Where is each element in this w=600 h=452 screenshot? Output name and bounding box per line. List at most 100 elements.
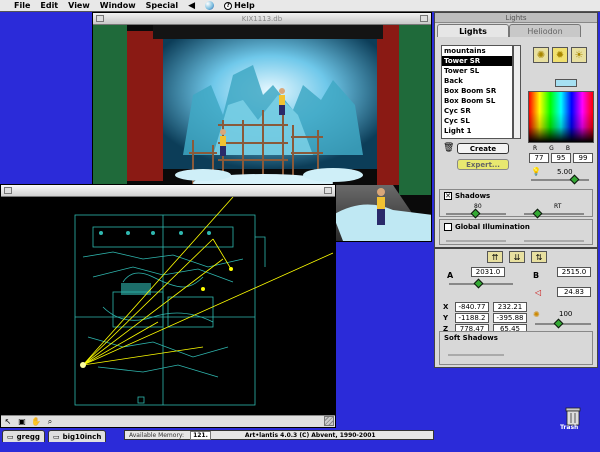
delete-light-icon[interactable]: 🗑 xyxy=(443,143,454,153)
b-field[interactable]: 2515.0 xyxy=(557,267,591,277)
menu-help-label: Help xyxy=(234,1,255,10)
source-view-icon[interactable]: ⇊ xyxy=(509,251,525,263)
tab-heliodon[interactable]: Heliodon xyxy=(509,24,581,37)
x-source-field[interactable]: -840.77 xyxy=(455,301,489,312)
a-label: A xyxy=(447,271,454,280)
a-slider[interactable] xyxy=(449,278,513,289)
plan-close-box-icon[interactable] xyxy=(4,187,12,194)
plan-toolbar: ↖ ▣ ✋ ⌕ xyxy=(1,415,335,427)
list-item[interactable]: Back xyxy=(442,76,512,86)
expert-button[interactable]: Expert... xyxy=(457,159,509,170)
menu-file[interactable]: File xyxy=(14,1,30,10)
menu-special[interactable]: Special xyxy=(146,1,179,10)
tab-lights[interactable]: Lights xyxy=(437,24,509,37)
a-field[interactable]: 2031.0 xyxy=(471,267,505,277)
color-picker[interactable] xyxy=(528,91,594,143)
folder-icon: ▭ xyxy=(7,432,14,441)
trash-icon[interactable] xyxy=(563,404,583,426)
shadow-quality-slider[interactable] xyxy=(524,208,584,219)
spot-slider[interactable] xyxy=(535,318,591,329)
list-item[interactable]: Light 1 xyxy=(442,126,512,136)
list-item[interactable]: Box Boom SL xyxy=(442,96,512,106)
blue-field[interactable]: 99 xyxy=(573,153,593,163)
y-source-field[interactable]: -1188.2 xyxy=(455,312,489,323)
gi-slider-left[interactable] xyxy=(446,240,506,242)
shadow-softness-slider[interactable] xyxy=(446,208,506,219)
x-label: X xyxy=(443,302,449,311)
intensity-slider-thumb[interactable] xyxy=(569,174,580,185)
speaker-icon[interactable]: ◀ xyxy=(188,1,195,11)
lights-palette-title[interactable]: Lights xyxy=(435,13,597,23)
zoom-box-icon[interactable] xyxy=(420,15,428,22)
status-bar: Available Memory: 121. Art•lantis 4.0.3 … xyxy=(124,430,434,440)
menu-window[interactable]: Window xyxy=(100,1,136,10)
spot-value: 100 xyxy=(559,310,573,318)
plan-view-canvas[interactable] xyxy=(3,196,334,415)
hand-tool-icon[interactable]: ✋ xyxy=(31,417,41,427)
target-view-icon[interactable]: ⇈ xyxy=(487,251,503,263)
list-item[interactable]: Tower SL xyxy=(442,66,512,76)
soft-shadows-section: Soft Shadows xyxy=(439,331,593,365)
shadow-quality-thumb[interactable] xyxy=(532,208,543,219)
x-target-field[interactable]: 232.21 xyxy=(493,301,527,312)
y-label: Y xyxy=(443,313,449,322)
parallel-light-icon[interactable]: ☀ xyxy=(571,47,587,63)
list-item[interactable]: mountains xyxy=(442,46,512,56)
intensity-control: 💡 5.00 xyxy=(531,167,573,176)
menu-help[interactable]: ? Help xyxy=(224,1,255,10)
green-field[interactable]: 95 xyxy=(551,153,571,163)
gi-slider-right[interactable] xyxy=(524,240,584,242)
global-illumination-checkbox[interactable] xyxy=(444,223,452,231)
shadows-header: ✕ Shadows xyxy=(444,192,490,200)
application-menu-icon[interactable] xyxy=(205,1,215,10)
pointer-tool-icon[interactable]: ↖ xyxy=(3,417,13,427)
list-item[interactable]: Box Boom SR xyxy=(442,86,512,96)
resize-handle-icon[interactable] xyxy=(324,416,334,426)
spot-slider-thumb[interactable] xyxy=(553,318,564,329)
list-item[interactable]: Cyc SL xyxy=(442,116,512,126)
soft-shadows-slider[interactable] xyxy=(448,354,504,356)
angle-field[interactable]: 24.83 xyxy=(557,287,591,297)
available-memory-label: Available Memory: xyxy=(129,431,185,439)
list-item[interactable]: Tower SR xyxy=(442,56,512,66)
menu-view[interactable]: View xyxy=(68,1,90,10)
shadows-label: Shadows xyxy=(455,192,491,200)
light-list[interactable]: mountains Tower SR Tower SL Back Box Boo… xyxy=(441,45,513,139)
light-type-selector: ✺ ✹ ☀ xyxy=(533,47,587,63)
spot-light-icon[interactable]: ✹ xyxy=(552,47,568,63)
global-illumination-header: Global Illumination xyxy=(444,223,530,231)
light-list-scrollbar[interactable] xyxy=(513,45,521,139)
omni-light-icon[interactable]: ✺ xyxy=(533,47,549,63)
help-icon: ? xyxy=(224,1,233,10)
menu-bar: File Edit View Window Special ◀ ? Help xyxy=(0,0,600,12)
shadow-softness-thumb[interactable] xyxy=(470,208,481,219)
taskbar: ▭ gregg ▭ big10inch Available Memory: 12… xyxy=(0,430,600,452)
plan-zoom-box-icon[interactable] xyxy=(324,187,332,194)
both-view-icon[interactable]: ⇅ xyxy=(531,251,547,263)
menu-edit[interactable]: Edit xyxy=(40,1,58,10)
render-window-titlebar[interactable]: KIX1113.db xyxy=(93,13,431,25)
plan-window-titlebar[interactable] xyxy=(1,185,335,197)
close-box-icon[interactable] xyxy=(96,15,104,22)
spot-cone-icon: ✺ xyxy=(533,310,540,319)
tab-big10inch[interactable]: ▭ big10inch xyxy=(48,430,107,442)
red-field[interactable]: 77 xyxy=(529,153,549,163)
list-item[interactable]: Cyc SR xyxy=(442,106,512,116)
y-target-field[interactable]: -395.88 xyxy=(493,312,527,323)
zoom-tool-icon[interactable]: ⌕ xyxy=(45,417,55,427)
green-label: G xyxy=(549,145,554,152)
tab-gregg-label: gregg xyxy=(16,432,40,441)
soft-shadows-label: Soft Shadows xyxy=(444,334,498,342)
wireframe-plan xyxy=(74,196,334,406)
a-slider-thumb[interactable] xyxy=(473,278,484,289)
angle-icon: ◁ xyxy=(535,288,542,297)
create-button[interactable]: Create xyxy=(457,143,509,154)
b-label: B xyxy=(533,271,540,280)
light-color-swatch[interactable] xyxy=(555,79,577,87)
intensity-slider[interactable] xyxy=(531,174,589,185)
disk-icon: ▭ xyxy=(53,432,60,441)
lights-palette: Lights Lights Heliodon mountains Tower S… xyxy=(434,12,598,248)
shadows-checkbox[interactable]: ✕ xyxy=(444,192,452,200)
camera-tool-icon[interactable]: ▣ xyxy=(17,417,27,427)
tab-gregg[interactable]: ▭ gregg xyxy=(2,430,45,442)
